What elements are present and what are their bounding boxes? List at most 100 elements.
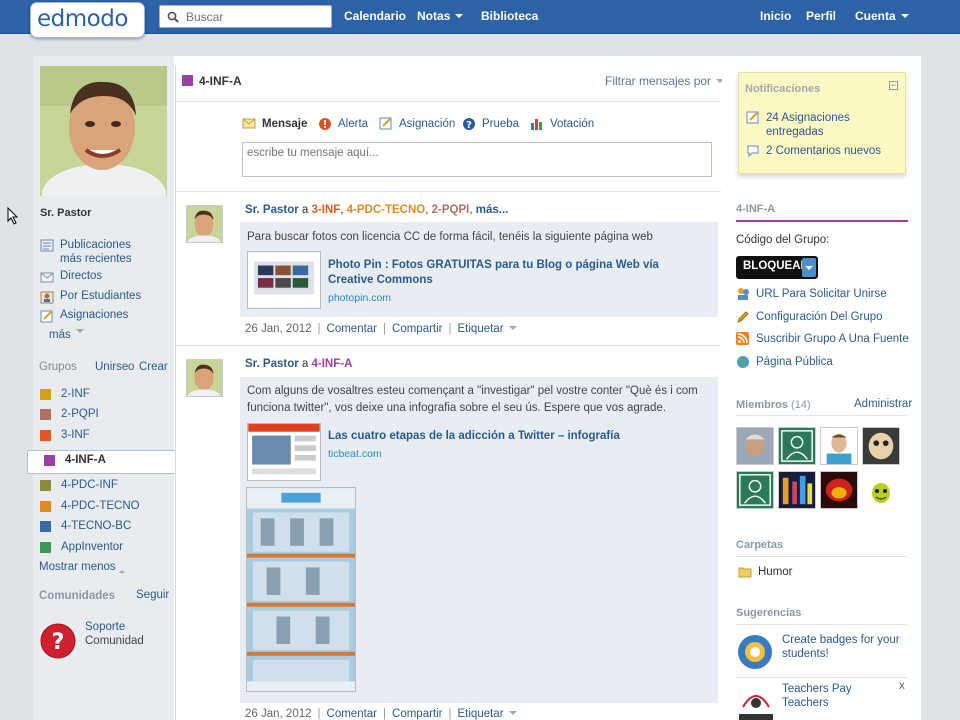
support-community-link[interactable]: Soporte (85, 621, 125, 633)
notification-label: 2 Comentarios nuevos (766, 145, 882, 157)
tab-votacion[interactable]: Votación (530, 117, 594, 130)
post-author-avatar[interactable] (186, 359, 223, 397)
tag-dropdown[interactable]: Etiquetar (458, 708, 517, 720)
assignment-icon (40, 310, 53, 323)
tab-alerta[interactable]: Alerta (318, 117, 368, 130)
link-thumbnail[interactable] (247, 423, 321, 481)
share-link[interactable]: Compartir (392, 708, 442, 720)
group-label: 4-INF-A (65, 454, 106, 466)
group-code-box[interactable]: BLOQUEAR (736, 256, 818, 279)
member-avatar[interactable] (778, 471, 816, 509)
notification-assignments[interactable]: 24 Asignaciones entregadas (746, 111, 896, 139)
share-link[interactable]: Compartir (392, 323, 442, 335)
group-item-active[interactable]: 4-INF-A (44, 454, 106, 466)
tag-label: Etiquetar (457, 708, 504, 720)
member-avatar[interactable] (862, 427, 900, 465)
comment-link[interactable]: Comentar (327, 323, 378, 335)
create-group-link[interactable]: Crear (139, 361, 168, 373)
subscribe-feed-link[interactable]: Suscribir Grupo A Una Fuente (736, 332, 909, 346)
teachers-pay-teachers-icon[interactable] (737, 683, 775, 720)
group-item[interactable]: 4-PDC-TECNO (40, 500, 140, 512)
post-author-avatar[interactable] (186, 205, 223, 243)
filter-messages-dropdown[interactable]: Filtrar mensajes por (605, 74, 725, 88)
search-box[interactable] (159, 5, 332, 28)
post-group-link[interactable]: 4-PDC-TECNO (347, 204, 426, 216)
group-item[interactable]: 4-TECNO-BC (40, 520, 131, 532)
join-url-link[interactable]: URL Para Solicitar Unirse (736, 287, 887, 301)
members-count: (14) (791, 399, 811, 411)
suggestion-link[interactable]: Teachers Pay Teachers (782, 682, 882, 710)
infographic-image[interactable] (246, 487, 356, 692)
message-input[interactable] (243, 143, 711, 176)
people-icon (738, 288, 749, 300)
post-to-text: a (301, 204, 309, 216)
member-avatar-default[interactable] (736, 471, 774, 509)
post-author-link[interactable]: Sr. Pastor (245, 204, 299, 216)
post-group-link[interactable]: 4-INF-A (312, 358, 353, 370)
show-less-link[interactable]: Mostrar menos (39, 561, 125, 573)
nav-notas-label: Notas (417, 9, 451, 23)
link-label: Suscribir Grupo A Una Fuente (756, 333, 909, 345)
join-group-link[interactable]: Unirse (95, 361, 128, 373)
badge-suggestion-icon[interactable] (737, 632, 774, 672)
nav-biblioteca[interactable]: Biblioteca (481, 9, 538, 23)
member-avatar[interactable] (862, 471, 900, 509)
nav-perfil[interactable]: Perfil (806, 9, 836, 23)
group-item[interactable]: 4-PDC-INF (40, 479, 118, 491)
post-more-link[interactable]: más... (476, 204, 509, 216)
nav-calendario[interactable]: Calendario (344, 9, 406, 23)
tag-dropdown[interactable]: Etiquetar (458, 323, 517, 335)
link-thumbnail[interactable] (247, 251, 321, 309)
post-group-link[interactable]: 2-PQPI (432, 204, 470, 216)
link-title[interactable]: Las cuatro etapas de la adicción a Twitt… (328, 429, 688, 444)
suggestion-link[interactable]: Create badges for your students! (782, 633, 902, 661)
link-title[interactable]: Photo Pin : Fotos GRATUITAS para tu Blog… (328, 258, 688, 288)
collapse-icon[interactable]: − (889, 81, 898, 90)
communities-heading: Comunidades (39, 590, 116, 602)
chevron-down-icon (508, 326, 517, 330)
sidebar-item-asignaciones[interactable]: Asignaciones (40, 309, 128, 323)
folder-item[interactable]: Humor (738, 565, 793, 579)
manage-members-link[interactable]: Administrar (854, 397, 912, 411)
group-item[interactable]: 2-PQPI (40, 408, 99, 420)
post-group-link[interactable]: 3-INF (312, 204, 341, 216)
group-code-dropdown[interactable] (802, 258, 816, 277)
edmodo-logo[interactable]: edmodo (30, 2, 145, 38)
comment-link[interactable]: Comentar (327, 708, 378, 720)
link-source[interactable]: photopin.com (328, 292, 391, 304)
profile-avatar[interactable] (40, 66, 167, 196)
search-input[interactable] (186, 9, 326, 25)
tab-mensaje[interactable]: Mensaje (242, 117, 307, 130)
nav-inicio[interactable]: Inicio (760, 9, 791, 23)
group-item[interactable]: AppInventor (40, 541, 123, 553)
support-community-icon[interactable]: ? (40, 623, 76, 659)
member-avatar[interactable] (820, 427, 858, 465)
sidebar-item-label: Asignaciones (60, 309, 129, 321)
sidebar-item-label: Directos (60, 270, 103, 282)
tab-asignacion[interactable]: Asignación (379, 117, 455, 130)
sidebar-item-directos[interactable]: Directos (40, 270, 102, 284)
group-settings-link[interactable]: Configuración Del Grupo (736, 310, 883, 324)
notification-comments[interactable]: 2 Comentarios nuevos (746, 144, 881, 158)
nav-notas[interactable]: Notas (417, 9, 464, 23)
user-name[interactable]: Sr. Pastor (40, 207, 91, 219)
link-label: Página Pública (756, 356, 833, 368)
public-page-link[interactable]: Página Pública (736, 355, 833, 369)
sidebar-item-recent[interactable]: Publicaciones más recientes (40, 238, 155, 266)
tab-prueba[interactable]: ? Prueba (462, 117, 519, 130)
member-avatar[interactable] (736, 427, 774, 465)
link-label: URL Para Solicitar Unirse (756, 288, 887, 300)
group-item[interactable]: 2-INF (40, 388, 90, 400)
sidebar-more-link[interactable]: más (49, 329, 84, 341)
sidebar-item-estudiantes[interactable]: Por Estudiantes (40, 290, 141, 304)
close-icon[interactable]: x (899, 679, 905, 693)
member-avatar-default[interactable] (778, 427, 816, 465)
follow-link[interactable]: Seguir (136, 589, 169, 601)
message-compose-box[interactable] (242, 142, 712, 177)
group-item[interactable]: 3-INF (40, 429, 90, 441)
post-author-link[interactable]: Sr. Pastor (245, 358, 299, 370)
assignment-icon (379, 117, 392, 130)
link-source[interactable]: ticbeat.com (328, 448, 382, 460)
member-avatar[interactable] (820, 471, 858, 509)
nav-cuenta[interactable]: Cuenta (855, 9, 909, 23)
